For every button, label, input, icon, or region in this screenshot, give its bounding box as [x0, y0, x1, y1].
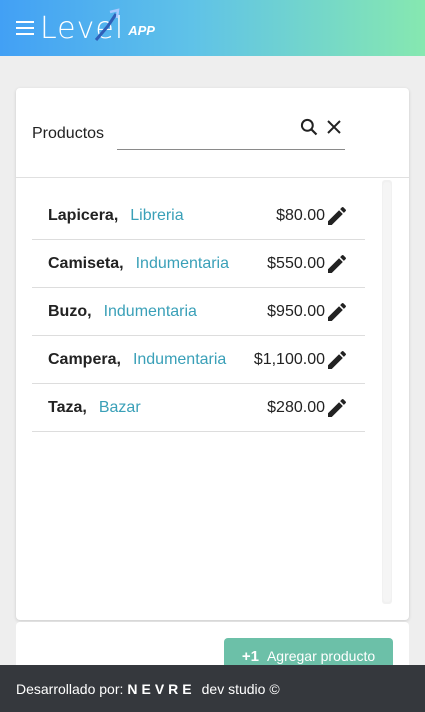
product-price: $1,100.00	[253, 350, 325, 368]
list-item[interactable]: Camiseta, Indumentaria $550.00	[32, 240, 365, 288]
add-product-label: Agregar producto	[266, 648, 376, 664]
edit-button[interactable]	[325, 300, 349, 324]
product-category: Indumentaria	[135, 254, 229, 272]
products-card-header: Productos	[16, 88, 409, 178]
product-price: $80.00	[276, 206, 325, 224]
edit-button[interactable]	[325, 396, 349, 420]
footer-brand[interactable]: NEVRE	[127, 681, 195, 697]
app-bar: Level APP	[0, 0, 425, 56]
list-item[interactable]: Buzo, Indumentaria $950.00	[32, 288, 365, 336]
product-separator: ,	[113, 206, 119, 224]
edit-button[interactable]	[325, 348, 349, 372]
product-category: Bazar	[98, 398, 141, 416]
logo-subtext: APP	[128, 22, 155, 38]
footer-prefix: Desarrollado por:	[16, 680, 124, 697]
product-category: Indumentaria	[103, 302, 197, 320]
footer-suffix: dev studio ©	[201, 680, 280, 697]
clear-search-button[interactable]	[322, 115, 346, 139]
product-separator: ,	[119, 254, 124, 272]
product-name: Buzo	[48, 302, 88, 320]
card-title: Productos	[32, 125, 105, 142]
app-logo: Level APP	[40, 0, 155, 56]
edit-button[interactable]	[325, 252, 349, 276]
product-separator: ,	[87, 302, 92, 320]
scrollbar-thumb[interactable]	[383, 182, 391, 602]
logo-arrow-icon	[94, 8, 120, 41]
product-price: $280.00	[267, 398, 325, 416]
list-item[interactable]: Lapicera, Libreria $80.00	[32, 192, 365, 240]
close-icon	[327, 120, 341, 134]
search-field	[117, 112, 345, 150]
add-icon: +1	[241, 647, 259, 665]
search-button[interactable]	[297, 115, 321, 139]
products-card: Productos Lapicera, Libreria $80.00 Camiset…	[16, 88, 409, 620]
pencil-icon	[328, 350, 347, 369]
pencil-icon	[328, 302, 347, 321]
product-separator: ,	[82, 398, 87, 416]
menu-icon	[16, 21, 34, 35]
pencil-icon	[328, 398, 347, 417]
pencil-icon	[328, 254, 347, 273]
list-item[interactable]: Campera, Indumentaria $1,100.00	[32, 336, 365, 384]
product-price: $950.00	[267, 302, 325, 320]
product-category: Libreria	[130, 206, 184, 224]
product-category: Indumentaria	[132, 350, 227, 368]
product-name: Campera	[48, 350, 117, 368]
list-item[interactable]: Taza, Bazar $280.00	[32, 384, 365, 432]
edit-button[interactable]	[325, 204, 349, 228]
product-name: Camiseta	[48, 254, 120, 272]
product-name: Lapicera	[48, 206, 114, 224]
product-price: $550.00	[267, 254, 325, 272]
list-scrollbar[interactable]	[382, 180, 392, 604]
product-separator: ,	[116, 350, 121, 368]
product-name: Taza	[48, 398, 83, 416]
footer: Desarrollado por: NEVRE dev studio ©	[0, 665, 425, 712]
product-list: Lapicera, Libreria $80.00 Camiseta, Indument…	[32, 192, 365, 432]
search-input[interactable]	[117, 118, 292, 146]
pencil-icon	[328, 206, 347, 225]
search-icon	[300, 118, 318, 136]
